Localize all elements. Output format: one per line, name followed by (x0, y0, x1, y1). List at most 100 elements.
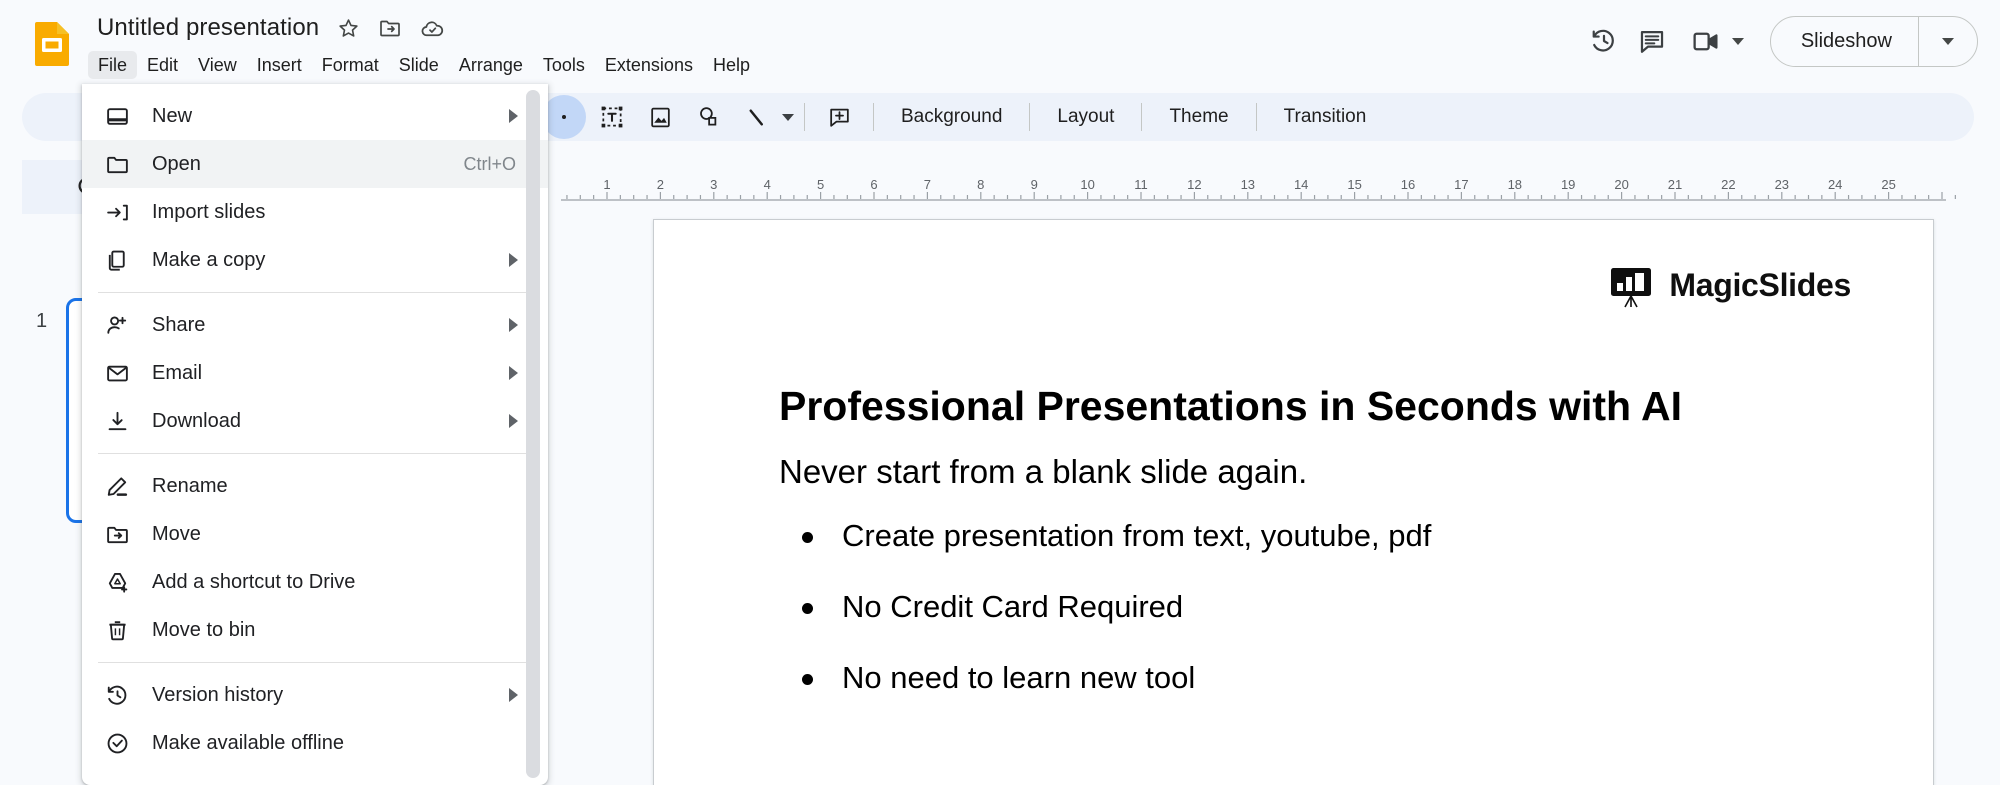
toolbar-items: Background Layout Theme Transition (540, 93, 1383, 141)
menu-item-import-slides[interactable]: Import slides (82, 188, 548, 236)
drive-shortcut-icon (82, 570, 152, 595)
layout-button[interactable]: Layout (1040, 98, 1131, 136)
slide-subtitle-text[interactable]: Never start from a blank slide again. (779, 452, 1839, 492)
video-camera-icon[interactable] (1682, 17, 1730, 65)
menu-item-label: Open (152, 152, 201, 175)
svg-text:2: 2 (657, 177, 664, 192)
menu-scrollbar[interactable] (526, 90, 540, 778)
slideshow-button-group: Slideshow (1769, 15, 1978, 67)
submenu-arrow-icon (509, 318, 518, 332)
menu-file[interactable]: File (88, 51, 138, 79)
menu-arrange[interactable]: Arrange (449, 51, 533, 79)
slide-bullet-list[interactable]: Create presentation from text, youtube, … (779, 517, 1839, 729)
svg-text:15: 15 (1347, 177, 1361, 192)
svg-text:4: 4 (764, 177, 771, 192)
offline-check-icon (82, 731, 152, 756)
svg-text:9: 9 (1031, 177, 1038, 192)
menu-item-add-shortcut-to-drive[interactable]: Add a shortcut to Drive (82, 558, 548, 606)
slideshow-button[interactable]: Slideshow (1771, 17, 1918, 66)
menu-tools[interactable]: Tools (533, 51, 595, 79)
comment-icon[interactable] (1628, 17, 1676, 65)
svg-text:25: 25 (1881, 177, 1895, 192)
page-title[interactable]: Untitled presentation (93, 12, 323, 44)
submenu-arrow-icon (509, 253, 518, 267)
slides-app-icon[interactable] (27, 18, 77, 68)
menu-item-label: Make a copy (152, 248, 266, 271)
list-item[interactable]: Create presentation from text, youtube, … (779, 517, 1839, 556)
menu-item-label: Rename (152, 474, 228, 497)
cloud-saved-icon[interactable] (415, 11, 449, 45)
slide-editing-surface[interactable]: MagicSlides Professional Presentations i… (653, 219, 1934, 785)
transition-button[interactable]: Transition (1267, 98, 1384, 136)
text-box-icon[interactable] (590, 95, 634, 139)
menu-item-move[interactable]: Move (82, 510, 548, 558)
menu-bar: File Edit View Insert Format Slide Arran… (88, 50, 760, 80)
horizontal-ruler[interactable]: 1 2 3 4 5 6 7 8 9 10 11 12 13 14 15 16 17 18 19 20 21 22 23 24 2… (560, 174, 2000, 202)
menu-help[interactable]: Help (703, 51, 760, 79)
background-button[interactable]: Background (884, 98, 1019, 136)
chevron-down-icon (1942, 37, 1954, 45)
line-icon[interactable] (734, 95, 778, 139)
add-comment-icon[interactable] (817, 95, 861, 139)
submenu-arrow-icon (509, 109, 518, 123)
svg-text:12: 12 (1187, 177, 1201, 192)
chevron-down-icon[interactable] (1731, 37, 1744, 45)
person-add-icon (82, 313, 152, 338)
svg-text:19: 19 (1561, 177, 1575, 192)
star-icon[interactable] (331, 11, 365, 45)
menu-item-shortcut: Ctrl+O (463, 153, 516, 174)
menu-item-email[interactable]: Email (82, 349, 548, 397)
menu-divider (98, 292, 532, 293)
menu-slide[interactable]: Slide (389, 51, 449, 79)
svg-text:3: 3 (710, 177, 717, 192)
menu-insert[interactable]: Insert (247, 51, 312, 79)
menu-extensions[interactable]: Extensions (595, 51, 703, 79)
svg-text:24: 24 (1828, 177, 1842, 192)
folder-icon (82, 152, 152, 177)
insert-image-icon[interactable] (638, 95, 682, 139)
menu-item-new[interactable]: New (82, 92, 548, 140)
submenu-arrow-icon (509, 688, 518, 702)
menu-edit[interactable]: Edit (137, 51, 188, 79)
svg-text:16: 16 (1401, 177, 1415, 192)
header-right-controls: Slideshow (1580, 10, 1978, 72)
menu-item-make-available-offline[interactable]: Make available offline (82, 719, 548, 767)
file-menu-items: New Open Ctrl+O Import slides Make a cop… (82, 84, 548, 767)
shape-tool-icon[interactable] (542, 95, 586, 139)
menu-item-share[interactable]: Share (82, 301, 548, 349)
menu-item-make-a-copy[interactable]: Make a copy (82, 236, 548, 284)
slides-app-window: Untitled presentation File Edit View Ins… (0, 0, 2000, 785)
menu-item-label: Share (152, 313, 206, 336)
theme-button[interactable]: Theme (1152, 98, 1245, 136)
history-icon[interactable] (1580, 17, 1628, 65)
menu-item-open[interactable]: Open Ctrl+O (82, 140, 548, 188)
svg-text:13: 13 (1241, 177, 1255, 192)
menu-item-move-to-bin[interactable]: Move to bin (82, 606, 548, 654)
import-slides-icon (82, 200, 152, 225)
document-title-row: Untitled presentation (93, 10, 449, 46)
menu-view[interactable]: View (188, 51, 247, 79)
menu-item-rename[interactable]: Rename (82, 462, 548, 510)
list-item[interactable]: No Credit Card Required (779, 588, 1839, 627)
menu-item-label: New (152, 104, 193, 127)
menu-item-label: Download (152, 409, 241, 432)
move-to-folder-icon[interactable] (373, 11, 407, 45)
slideshow-options-button[interactable] (1919, 17, 1977, 66)
slide-title-text[interactable]: Professional Presentations in Seconds wi… (779, 382, 1839, 431)
new-presentation-icon (82, 104, 152, 129)
google-meet-button[interactable] (1682, 17, 1744, 65)
divider (873, 103, 874, 131)
move-to-folder-icon (82, 522, 152, 547)
menu-format[interactable]: Format (312, 51, 389, 79)
menu-item-label: Email (152, 361, 203, 384)
pencil-icon (82, 474, 152, 499)
shape-icon[interactable] (686, 95, 730, 139)
menu-divider (98, 662, 532, 663)
menu-item-version-history[interactable]: Version history (82, 671, 548, 719)
chevron-down-icon[interactable] (782, 113, 794, 121)
svg-text:22: 22 (1721, 177, 1735, 192)
svg-text:10: 10 (1080, 177, 1094, 192)
list-item[interactable]: No need to learn new tool (779, 659, 1839, 698)
menu-item-download[interactable]: Download (82, 397, 548, 445)
svg-text:7: 7 (924, 177, 931, 192)
